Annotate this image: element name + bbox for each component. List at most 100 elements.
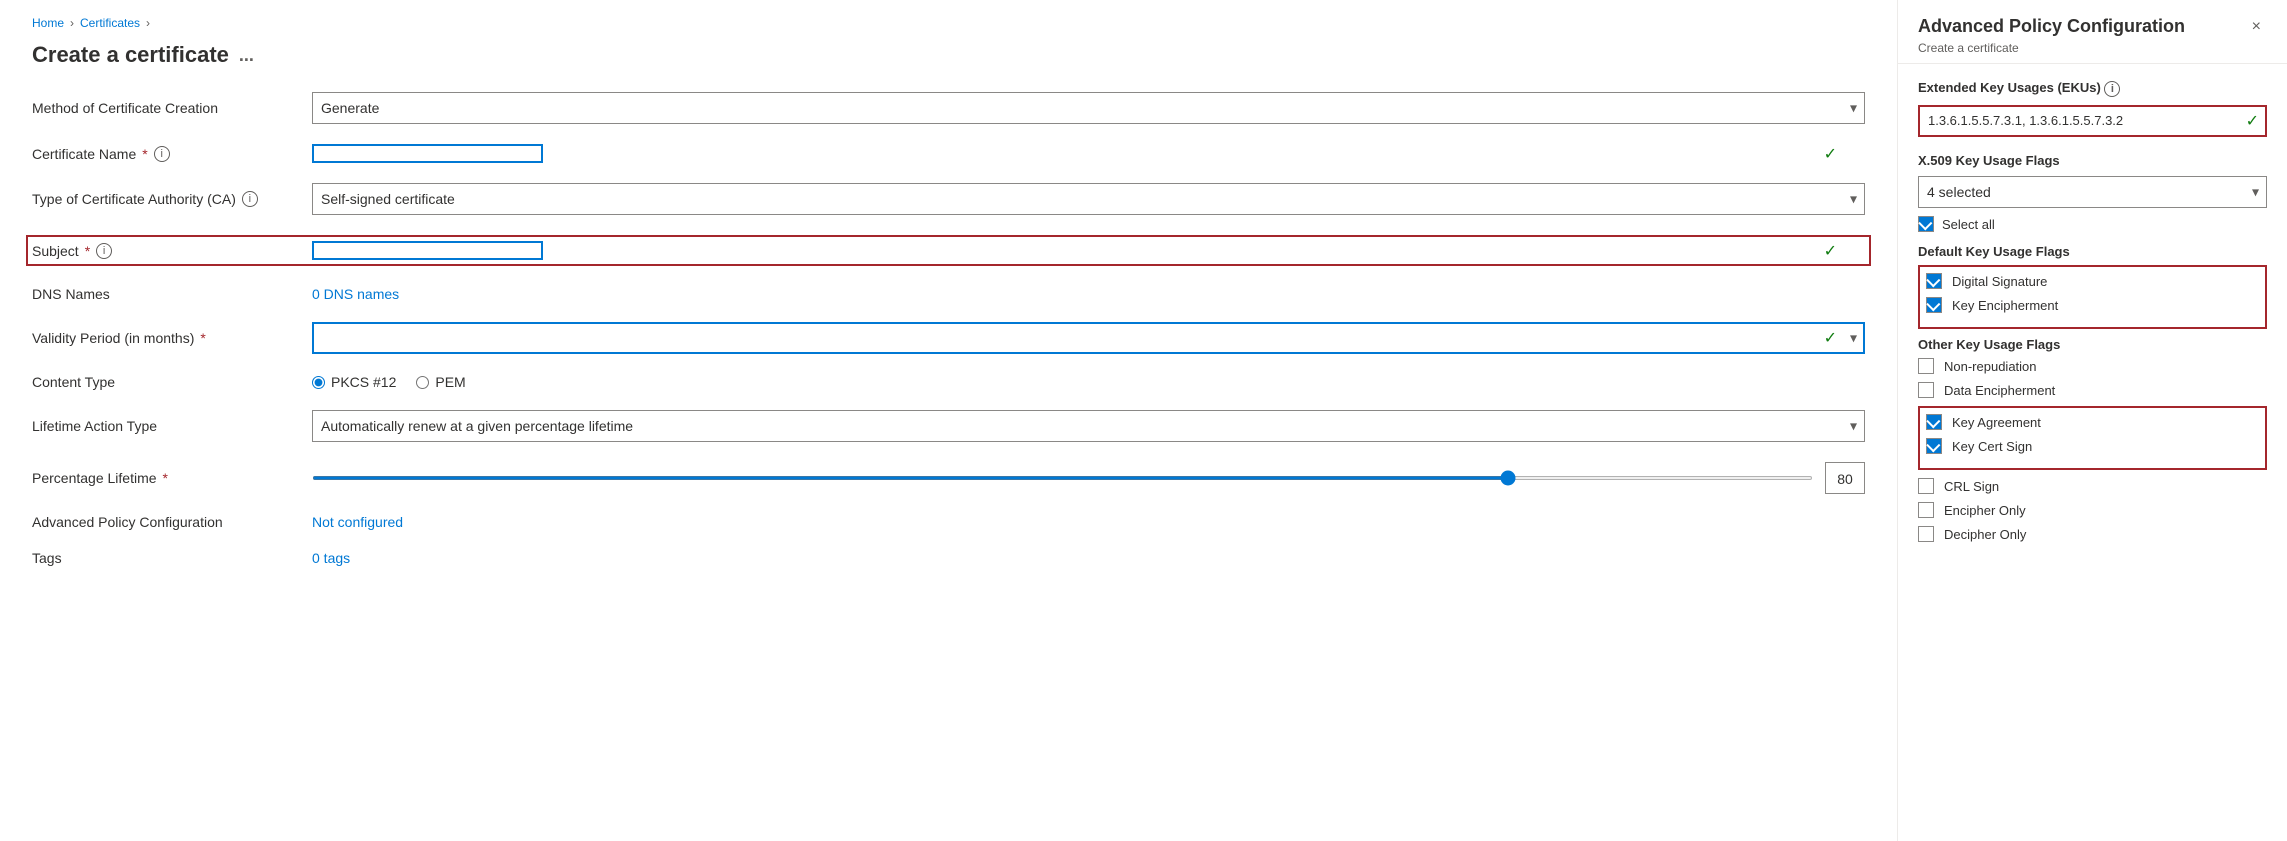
validity-label: Validity Period (in months) * <box>32 330 312 346</box>
data-encipherment-checkbox[interactable] <box>1918 382 1934 398</box>
lifetime-select[interactable]: Automatically renew at a given percentag… <box>312 410 1865 442</box>
ca-type-info-icon[interactable]: i <box>242 191 258 207</box>
validity-input[interactable]: 60 <box>312 322 1865 354</box>
percentage-value: 80 <box>1825 462 1865 494</box>
method-row: Method of Certificate Creation Generate … <box>32 92 1865 124</box>
pkcs12-label: PKCS #12 <box>331 374 396 390</box>
encipher-only-checkbox[interactable] <box>1918 502 1934 518</box>
key-agreement-label: Key Agreement <box>1952 415 2041 430</box>
ca-type-label: Type of Certificate Authority (CA) i <box>32 191 312 207</box>
key-agreement-checkbox[interactable] <box>1926 414 1942 430</box>
cert-name-input-wrapper: hpccommunication ✓ <box>312 144 1865 163</box>
key-cert-sign-label: Key Cert Sign <box>1952 439 2032 454</box>
cert-name-label: Certificate Name * i <box>32 146 312 162</box>
default-flags-label: Default Key Usage Flags <box>1918 244 2267 259</box>
adv-policy-label: Advanced Policy Configuration <box>32 514 312 530</box>
digital-signature-label: Digital Signature <box>1952 274 2047 289</box>
ca-type-row: Type of Certificate Authority (CA) i Sel… <box>32 183 1865 215</box>
other-flags-label: Other Key Usage Flags <box>1918 337 2267 352</box>
ca-type-select[interactable]: Self-signed certificate <box>312 183 1865 215</box>
data-encipherment-row[interactable]: Data Encipherment <box>1918 382 2267 398</box>
validity-row: Validity Period (in months) * 60 ✓ ▾ <box>32 322 1865 354</box>
encipher-only-row[interactable]: Encipher Only <box>1918 502 2267 518</box>
tags-link[interactable]: 0 tags <box>312 550 350 566</box>
key-agreement-row[interactable]: Key Agreement <box>1926 414 2259 430</box>
page-title: Create a certificate <box>32 42 229 68</box>
pkcs12-option[interactable]: PKCS #12 <box>312 374 396 390</box>
dns-names-link[interactable]: 0 DNS names <box>312 286 399 302</box>
dns-names-value: 0 DNS names <box>312 286 1865 302</box>
other-checked-flags-section: Key Agreement Key Cert Sign <box>1918 406 2267 470</box>
validity-check-icon: ✓ <box>1824 328 1837 348</box>
decipher-only-label: Decipher Only <box>1944 527 2026 542</box>
pem-label: PEM <box>435 374 465 390</box>
crl-sign-checkbox[interactable] <box>1918 478 1934 494</box>
cert-name-required: * <box>142 146 147 162</box>
tags-row: Tags 0 tags <box>32 550 1865 566</box>
encipher-only-label: Encipher Only <box>1944 503 2026 518</box>
eku-label: Extended Key Usages (EKUs) i <box>1918 80 2267 97</box>
key-cert-sign-checkbox[interactable] <box>1926 438 1942 454</box>
cert-name-row: Certificate Name * i hpccommunication ✓ <box>32 144 1865 163</box>
subject-input-wrapper: CN=HPCPackNodeCommunication ✓ <box>312 241 1865 260</box>
key-cert-sign-row[interactable]: Key Cert Sign <box>1926 438 2259 454</box>
dns-names-row: DNS Names 0 DNS names <box>32 286 1865 302</box>
default-flags-section: Digital Signature Key Encipherment <box>1918 265 2267 329</box>
eku-field[interactable]: 1.3.6.1.5.5.7.3.1, 1.3.6.1.5.5.7.3.2 <box>1918 105 2267 137</box>
pem-radio[interactable] <box>416 376 429 389</box>
subject-required: * <box>85 243 90 259</box>
adv-policy-row: Advanced Policy Configuration Not config… <box>32 514 1865 530</box>
eku-wrapper: 1.3.6.1.5.5.7.3.1, 1.3.6.1.5.5.7.3.2 ✓ <box>1918 105 2267 137</box>
tags-label: Tags <box>32 550 312 566</box>
select-all-checkbox[interactable] <box>1918 216 1934 232</box>
decipher-only-checkbox[interactable] <box>1918 526 1934 542</box>
method-select[interactable]: Generate <box>312 92 1865 124</box>
key-encipherment-label: Key Encipherment <box>1952 298 2058 313</box>
percentage-slider[interactable] <box>312 476 1813 480</box>
right-panel: Advanced Policy Configuration Create a c… <box>1897 0 2287 841</box>
lifetime-label: Lifetime Action Type <box>32 418 312 434</box>
digital-signature-checkbox[interactable] <box>1926 273 1942 289</box>
non-repudiation-checkbox[interactable] <box>1918 358 1934 374</box>
ca-type-select-wrapper: Self-signed certificate ▾ <box>312 183 1865 215</box>
eku-info-icon[interactable]: i <box>2104 81 2120 97</box>
percentage-slider-wrapper: 80 <box>312 462 1865 494</box>
subject-check-icon: ✓ <box>1824 241 1837 261</box>
subject-row: Subject * i CN=HPCPackNodeCommunication … <box>26 235 1871 266</box>
content-type-row: Content Type PKCS #12 PEM <box>32 374 1865 390</box>
panel-title: Advanced Policy Configuration <box>1918 16 2185 37</box>
content-type-options: PKCS #12 PEM <box>312 374 1865 390</box>
subject-input[interactable]: CN=HPCPackNodeCommunication <box>312 241 543 260</box>
panel-close-button[interactable]: × <box>2246 16 2267 38</box>
lifetime-select-wrapper: Automatically renew at a given percentag… <box>312 410 1865 442</box>
non-repudiation-row[interactable]: Non-repudiation <box>1918 358 2267 374</box>
x509-select-wrapper: 4 selected ▾ <box>1918 176 2267 208</box>
page-title-area: Create a certificate ... <box>32 42 1865 68</box>
panel-header-text: Advanced Policy Configuration Create a c… <box>1918 16 2185 55</box>
percentage-label: Percentage Lifetime * <box>32 470 312 486</box>
breadcrumb-certificates[interactable]: Certificates <box>80 16 140 30</box>
digital-signature-row[interactable]: Digital Signature <box>1926 273 2259 289</box>
decipher-only-row[interactable]: Decipher Only <box>1918 526 2267 542</box>
key-encipherment-row[interactable]: Key Encipherment <box>1926 297 2259 313</box>
subject-info-icon[interactable]: i <box>96 243 112 259</box>
method-label: Method of Certificate Creation <box>32 100 312 116</box>
x509-label: X.509 Key Usage Flags <box>1918 153 2267 168</box>
eku-check-icon: ✓ <box>2246 111 2259 131</box>
select-all-row[interactable]: Select all <box>1918 216 2267 232</box>
non-repudiation-label: Non-repudiation <box>1944 359 2037 374</box>
data-encipherment-label: Data Encipherment <box>1944 383 2055 398</box>
x509-select[interactable]: 4 selected <box>1918 176 2267 208</box>
cert-name-input[interactable]: hpccommunication <box>312 144 543 163</box>
lifetime-row: Lifetime Action Type Automatically renew… <box>32 410 1865 442</box>
key-encipherment-checkbox[interactable] <box>1926 297 1942 313</box>
cert-name-info-icon[interactable]: i <box>154 146 170 162</box>
adv-policy-link[interactable]: Not configured <box>312 514 403 530</box>
breadcrumb: Home › Certificates › <box>32 16 1865 30</box>
breadcrumb-home[interactable]: Home <box>32 16 64 30</box>
more-options-button[interactable]: ... <box>239 45 254 66</box>
pem-option[interactable]: PEM <box>416 374 465 390</box>
crl-sign-row[interactable]: CRL Sign <box>1918 478 2267 494</box>
pkcs12-radio[interactable] <box>312 376 325 389</box>
panel-body: Extended Key Usages (EKUs) i 1.3.6.1.5.5… <box>1898 64 2287 841</box>
